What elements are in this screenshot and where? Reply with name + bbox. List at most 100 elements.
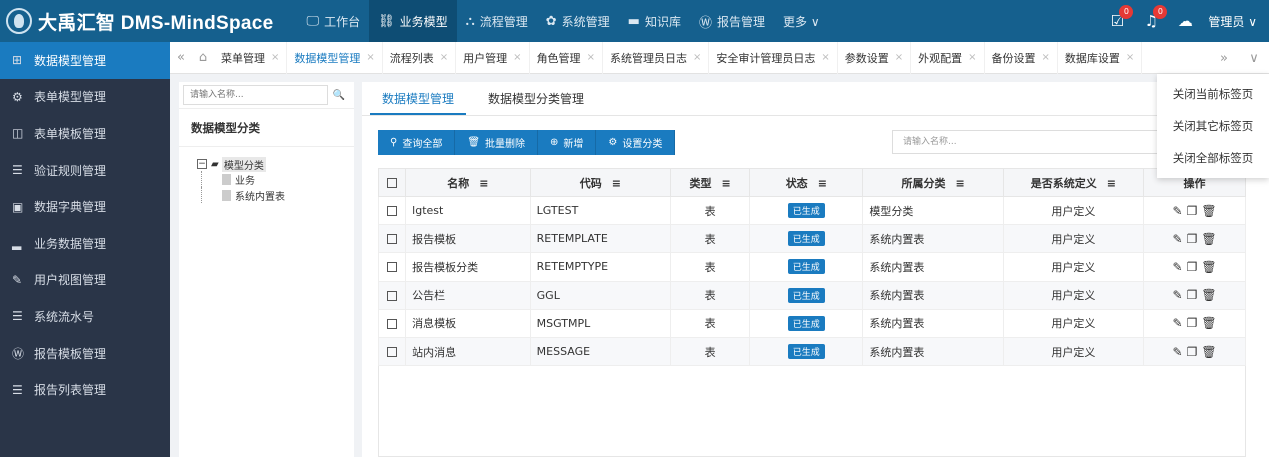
copy-icon[interactable]: ❐	[1187, 288, 1198, 302]
tab-6[interactable]: 安全审计管理员日志 ×	[709, 41, 838, 74]
home-icon[interactable]: ⌂	[192, 50, 214, 65]
sidebar-item-9[interactable]: ☰ 报告列表管理	[0, 371, 170, 408]
row-checkbox[interactable]	[377, 252, 407, 282]
tab-9[interactable]: 备份设置 ×	[985, 41, 1058, 74]
table-row[interactable]: 报告模板分类 RETEMPTYPE 表 已生成 系统内置表 用户定义 ✎ ❐ 🗑	[377, 252, 1246, 282]
main-tab-1[interactable]: 数据模型分类管理	[476, 82, 596, 115]
nav-item-3[interactable]: ✿ 系统管理	[537, 0, 619, 42]
tab-1[interactable]: 数据模型管理 ×	[287, 41, 383, 74]
tab-7[interactable]: 参数设置 ×	[838, 41, 912, 74]
tree-item[interactable]: 业务	[201, 171, 354, 187]
table-row[interactable]: 站内消息 MESSAGE 表 已生成 系统内置表 用户定义 ✎ ❐ 🗑	[377, 336, 1246, 367]
delete-icon[interactable]: 🗑	[1201, 345, 1216, 359]
tree-root[interactable]: 模型分类	[221, 156, 266, 172]
sidebar-item-5[interactable]: ▂ 业务数据管理	[0, 225, 170, 262]
tab-menu-item[interactable]: 关闭其它标签页	[1157, 110, 1269, 142]
tab-10[interactable]: 数据库设置 ×	[1058, 41, 1143, 74]
delete-icon[interactable]: 🗑	[1201, 232, 1216, 246]
close-icon[interactable]: ×	[895, 52, 903, 63]
column-menu-icon[interactable]: ≡	[479, 177, 488, 190]
edit-icon[interactable]: ✎	[1173, 260, 1183, 274]
nav-item-1[interactable]: ⛓ 业务模型	[369, 0, 457, 42]
toolbar-button-1[interactable]: 🗑 批量删除	[455, 130, 539, 155]
column-menu-icon[interactable]: ≡	[612, 177, 621, 190]
close-icon[interactable]: ×	[821, 52, 829, 63]
user-menu[interactable]: 管理员 ∨	[1208, 13, 1257, 30]
sidebar-item-8[interactable]: Ⓦ 报告模板管理	[0, 335, 170, 372]
column-menu-icon[interactable]: ≡	[955, 177, 964, 190]
scroll-right-icon[interactable]: »	[1209, 51, 1239, 66]
row-checkbox[interactable]	[377, 224, 407, 254]
sidebar-item-4[interactable]: ▣ 数据字典管理	[0, 188, 170, 225]
select-all-checkbox[interactable]	[377, 168, 407, 197]
nav-item-0[interactable]: 🖵 工作台	[298, 0, 370, 42]
copy-icon[interactable]: ❐	[1187, 204, 1198, 218]
message-icon[interactable]: ☑ 0	[1100, 5, 1134, 30]
close-icon[interactable]: ×	[366, 52, 374, 63]
close-icon[interactable]: ×	[440, 52, 448, 63]
main-tab-0[interactable]: 数据模型管理	[370, 82, 467, 115]
nav-item-4[interactable]: ▬ 知识库	[619, 0, 690, 42]
model-search-input[interactable]: 请输入名称...	[892, 130, 1158, 154]
tab-2[interactable]: 流程列表 ×	[383, 41, 457, 74]
edit-icon[interactable]: ✎	[1173, 204, 1183, 218]
table-row[interactable]: 报告模板 RETEMPLATE 表 已生成 系统内置表 用户定义 ✎ ❐ 🗑	[377, 224, 1246, 254]
edit-icon[interactable]: ✎	[1173, 345, 1183, 359]
chevron-down-icon[interactable]: ∨	[1239, 51, 1269, 66]
sidebar-item-7[interactable]: ☰ 系统流水号	[0, 298, 170, 335]
row-checkbox[interactable]	[377, 308, 407, 338]
toolbar-button-0[interactable]: ⚲ 查询全部	[378, 130, 456, 155]
close-icon[interactable]: ×	[587, 52, 595, 63]
row-checkbox[interactable]	[377, 195, 407, 226]
copy-icon[interactable]: ❐	[1187, 345, 1198, 359]
sidebar-item-6[interactable]: ✎ 用户视图管理	[0, 262, 170, 299]
nav-item-5[interactable]: Ⓦ 报告管理	[690, 0, 774, 42]
sidebar-item-2[interactable]: ◫ 表单模板管理	[0, 115, 170, 152]
table-row[interactable]: lgtest LGTEST 表 已生成 模型分类 用户定义 ✎ ❐ 🗑	[377, 195, 1246, 226]
close-icon[interactable]: ×	[271, 52, 279, 63]
sidebar-item-3[interactable]: ☰ 验证规则管理	[0, 152, 170, 189]
edit-icon[interactable]: ✎	[1173, 288, 1183, 302]
toolbar-button-3[interactable]: ⚙ 设置分类	[596, 130, 676, 155]
copy-icon[interactable]: ❐	[1187, 316, 1198, 330]
delete-icon[interactable]: 🗑	[1201, 288, 1216, 302]
column-menu-icon[interactable]: ≡	[818, 177, 827, 190]
row-checkbox[interactable]	[377, 280, 407, 310]
delete-icon[interactable]: 🗑	[1201, 204, 1216, 218]
edit-icon[interactable]: ✎	[1173, 232, 1183, 246]
collapse-icon[interactable]: −	[197, 159, 207, 169]
tree-item[interactable]: 系统内置表	[201, 187, 354, 203]
copy-icon[interactable]: ❐	[1187, 260, 1198, 274]
copy-icon[interactable]: ❐	[1187, 232, 1198, 246]
tab-3[interactable]: 用户管理 ×	[456, 41, 530, 74]
tab-4[interactable]: 角色管理 ×	[530, 41, 603, 74]
close-icon[interactable]: ×	[1042, 52, 1050, 63]
bell-icon[interactable]: ♫ 0	[1134, 5, 1168, 30]
tab-5[interactable]: 系统管理员日志 ×	[603, 41, 710, 74]
close-icon[interactable]: ×	[513, 52, 521, 63]
edit-icon[interactable]: ✎	[1173, 316, 1183, 330]
search-icon[interactable]: 🔍	[328, 90, 350, 101]
tab-8[interactable]: 外观配置 ×	[911, 41, 985, 74]
tab-menu-item[interactable]: 关闭当前标签页	[1157, 78, 1269, 110]
tab-menu-item[interactable]: 关闭全部标签页	[1157, 142, 1269, 174]
theme-icon[interactable]: ☁	[1168, 12, 1202, 30]
scroll-left-icon[interactable]: «	[170, 50, 192, 65]
row-checkbox[interactable]	[377, 336, 407, 367]
delete-icon[interactable]: 🗑	[1201, 260, 1216, 274]
nav-item-2[interactable]: ⛬ 流程管理	[457, 0, 537, 42]
close-icon[interactable]: ×	[693, 52, 701, 63]
close-icon[interactable]: ×	[1126, 52, 1134, 63]
category-search-input[interactable]	[183, 85, 328, 105]
table-row[interactable]: 公告栏 GGL 表 已生成 系统内置表 用户定义 ✎ ❐ 🗑	[377, 280, 1246, 310]
close-icon[interactable]: ×	[968, 52, 976, 63]
toolbar-button-2[interactable]: ⊕ 新增	[538, 130, 597, 155]
column-menu-icon[interactable]: ≡	[1107, 177, 1116, 190]
table-row[interactable]: 消息模板 MSGTMPL 表 已生成 系统内置表 用户定义 ✎ ❐ 🗑	[377, 308, 1246, 338]
nav-item-6[interactable]: 更多 ∨	[774, 0, 829, 42]
delete-icon[interactable]: 🗑	[1201, 316, 1216, 330]
sidebar-item-1[interactable]: ⚙ 表单模型管理	[0, 79, 170, 116]
sidebar-item-0[interactable]: ⊞ 数据模型管理	[0, 42, 170, 79]
tab-0[interactable]: 菜单管理 ×	[214, 41, 288, 74]
column-menu-icon[interactable]: ≡	[722, 177, 731, 190]
